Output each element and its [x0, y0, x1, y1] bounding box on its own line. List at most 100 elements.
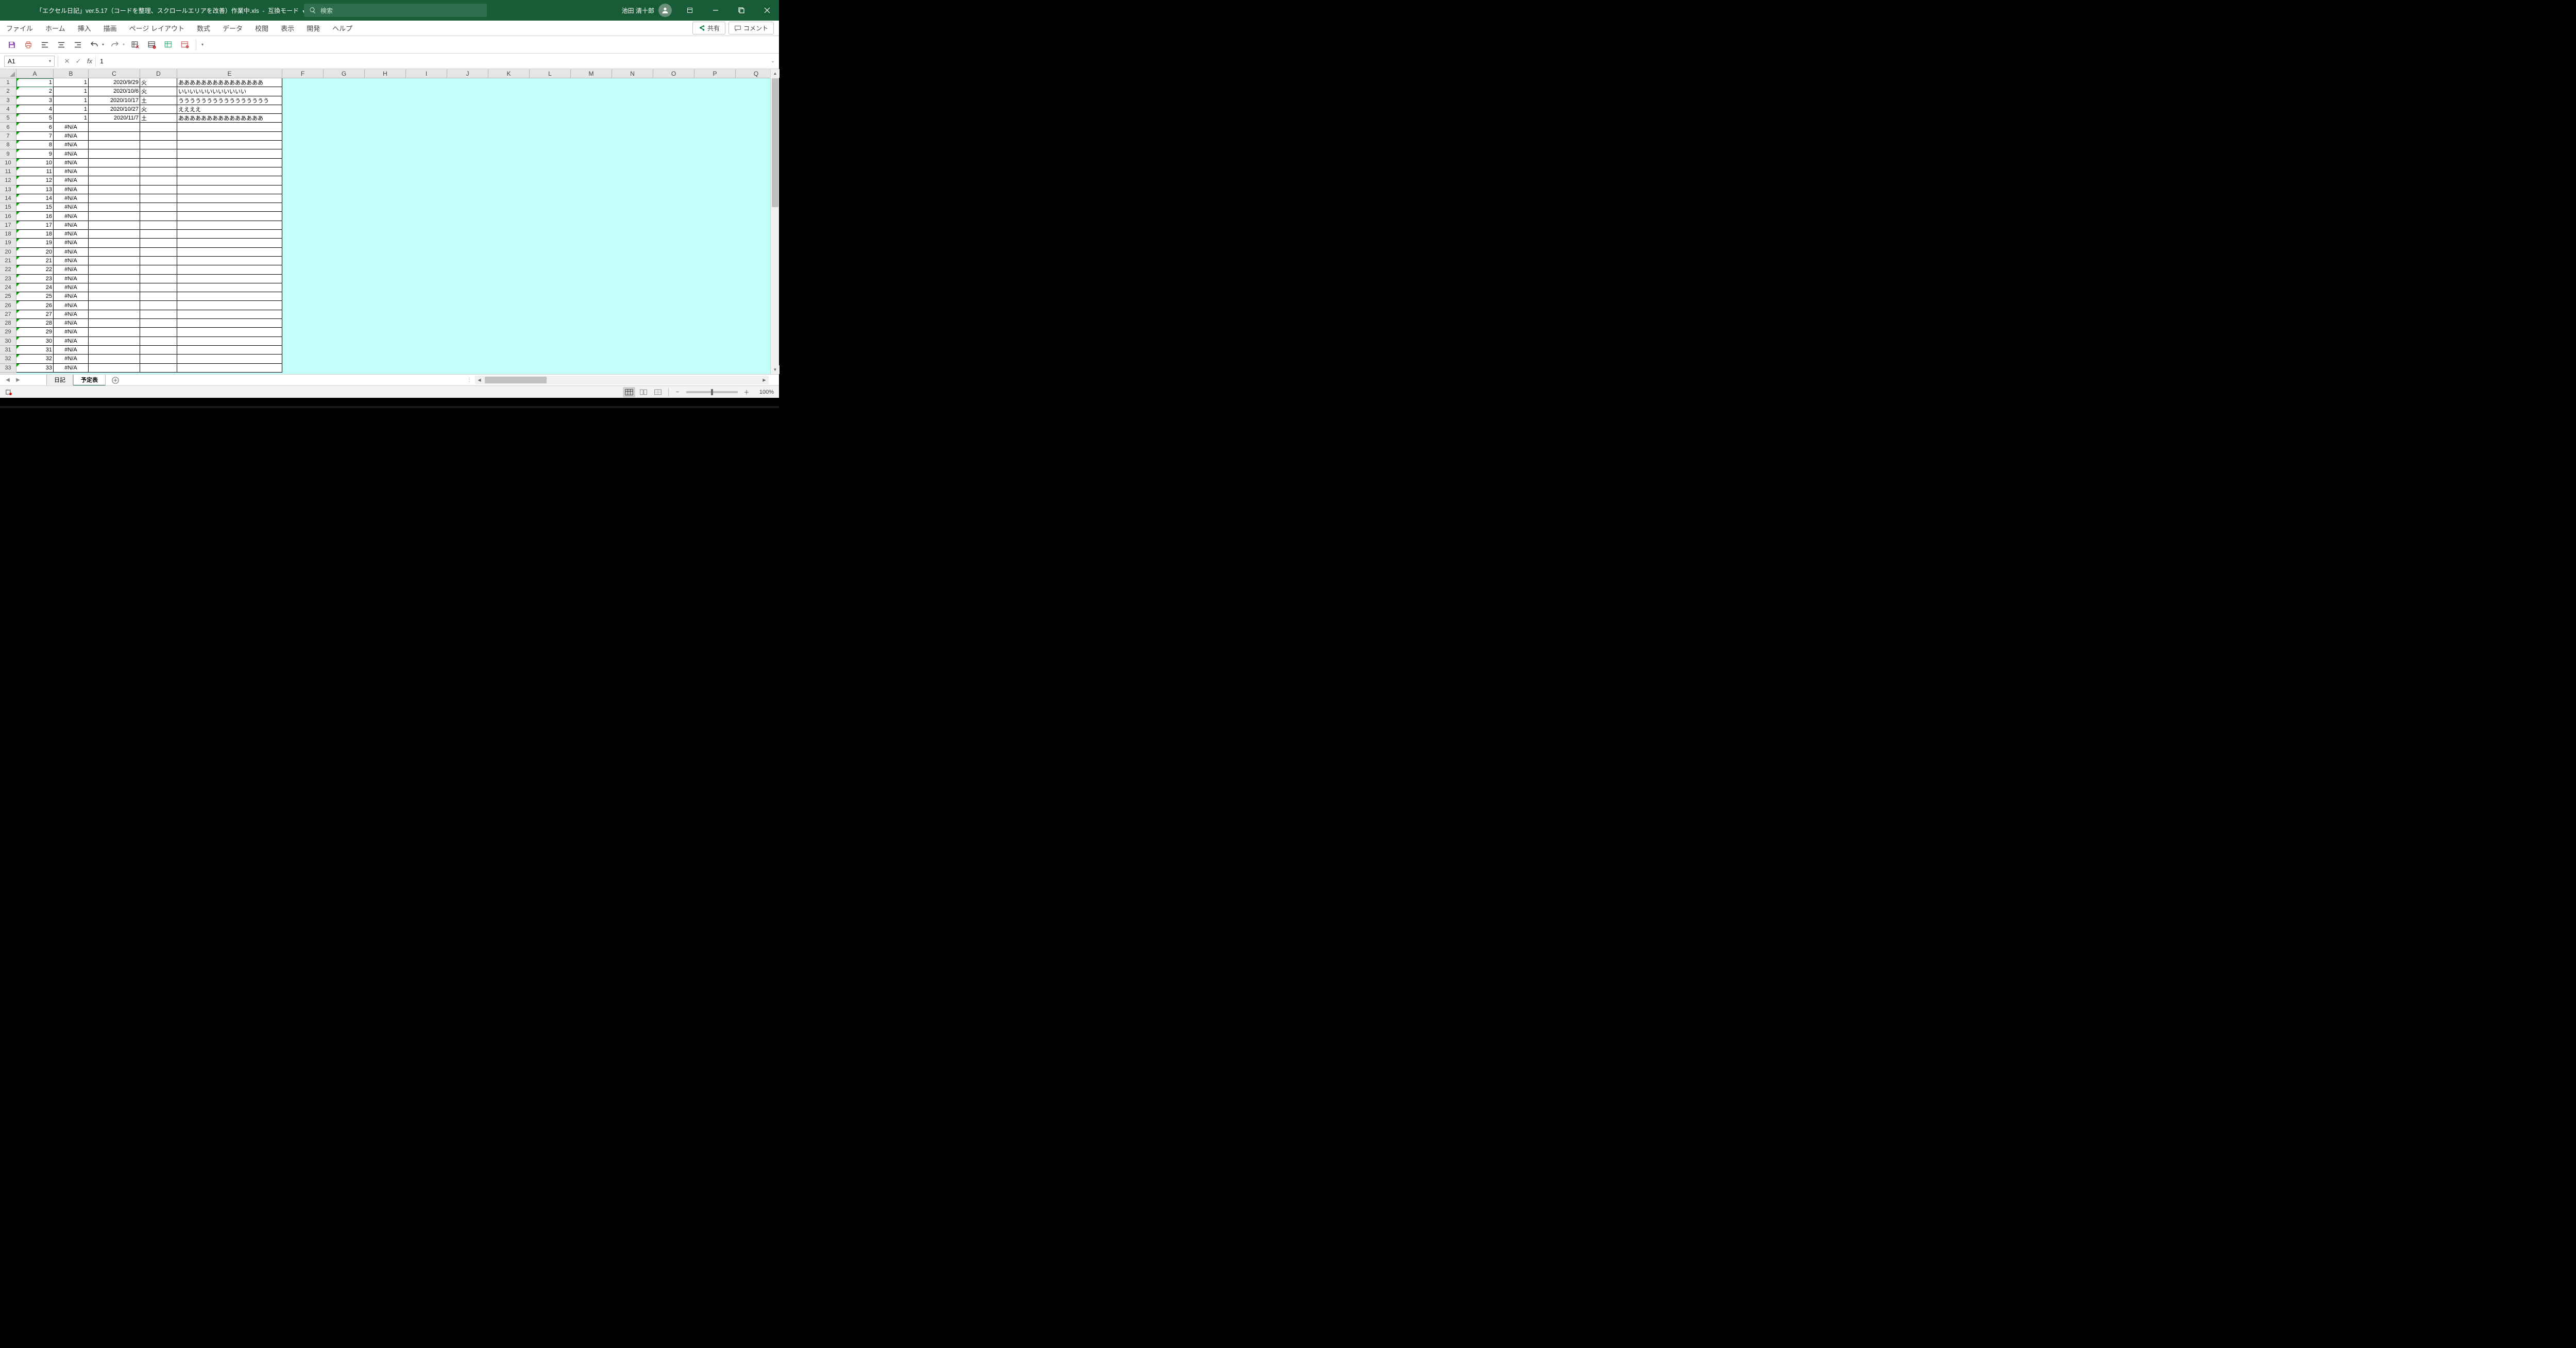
cell[interactable]	[89, 141, 140, 149]
cell[interactable]: 11	[16, 167, 54, 176]
cell[interactable]	[89, 203, 140, 212]
cell[interactable]	[89, 319, 140, 328]
cell[interactable]	[177, 275, 282, 283]
row-header-2[interactable]: 2	[0, 87, 16, 96]
cell[interactable]	[177, 310, 282, 319]
share-button[interactable]: 共有	[692, 22, 725, 35]
undo-dropdown[interactable]: ▾	[102, 42, 104, 47]
cell[interactable]	[177, 159, 282, 167]
cell[interactable]: 30	[16, 337, 54, 346]
row-header-15[interactable]: 15	[0, 203, 16, 212]
cell[interactable]	[89, 167, 140, 176]
row-header-13[interactable]: 13	[0, 186, 16, 194]
cell[interactable]: 5	[16, 114, 54, 123]
cell[interactable]: 1	[16, 78, 54, 87]
cell[interactable]	[89, 355, 140, 363]
cell[interactable]: #N/A	[54, 346, 89, 355]
cell[interactable]: 火	[140, 105, 177, 114]
cell[interactable]	[177, 132, 282, 141]
row-header-23[interactable]: 23	[0, 275, 16, 283]
cell[interactable]	[140, 292, 177, 301]
cell[interactable]	[89, 265, 140, 274]
cell[interactable]	[140, 212, 177, 221]
record-macro-icon[interactable]	[5, 389, 12, 396]
cell[interactable]	[89, 194, 140, 203]
row-header-18[interactable]: 18	[0, 230, 16, 239]
delete-sheet-rows-icon[interactable]	[146, 39, 158, 50]
cell[interactable]: 28	[16, 319, 54, 328]
redo-icon[interactable]	[109, 39, 121, 50]
cell[interactable]	[89, 346, 140, 355]
cell[interactable]: 19	[16, 239, 54, 247]
cell[interactable]	[140, 203, 177, 212]
cell[interactable]	[140, 355, 177, 363]
cell[interactable]: 29	[16, 328, 54, 336]
enter-formula-icon[interactable]: ✓	[73, 56, 84, 67]
cell[interactable]	[177, 149, 282, 158]
cancel-formula-icon[interactable]: ✕	[61, 56, 73, 67]
column-header-I[interactable]: I	[406, 69, 447, 78]
cell[interactable]	[177, 194, 282, 203]
cell[interactable]	[89, 337, 140, 346]
zoom-in-button[interactable]: ＋	[742, 388, 751, 396]
cell[interactable]	[140, 310, 177, 319]
cell[interactable]: #N/A	[54, 292, 89, 301]
cell[interactable]	[89, 186, 140, 194]
cell[interactable]	[177, 257, 282, 265]
cell[interactable]	[177, 239, 282, 247]
cell[interactable]: あああああああああああああああ	[177, 114, 282, 123]
zoom-out-button[interactable]: −	[673, 389, 682, 395]
cell[interactable]	[89, 159, 140, 167]
cell[interactable]: 2020/10/6	[89, 87, 140, 96]
column-header-C[interactable]: C	[89, 69, 140, 78]
cell[interactable]: 32	[16, 355, 54, 363]
align-left-icon[interactable]	[39, 39, 50, 50]
cell[interactable]	[89, 283, 140, 292]
cell[interactable]: 16	[16, 212, 54, 221]
horizontal-scroll-thumb[interactable]	[485, 377, 547, 383]
cell[interactable]	[140, 123, 177, 131]
cell[interactable]: 2020/10/27	[89, 105, 140, 114]
ribbon-tab-7[interactable]: 校閲	[249, 23, 275, 33]
row-header-1[interactable]: 1	[0, 78, 16, 87]
save-icon[interactable]	[6, 39, 18, 50]
cell[interactable]: 2	[16, 87, 54, 96]
formula-bar-expand-icon[interactable]: ⌄	[769, 56, 777, 66]
cell[interactable]	[177, 265, 282, 274]
cell[interactable]: うううううううううううううううう	[177, 96, 282, 105]
cell[interactable]	[89, 364, 140, 373]
row-header-32[interactable]: 32	[0, 355, 16, 363]
maximize-button[interactable]	[730, 0, 753, 21]
cell[interactable]	[140, 167, 177, 176]
sheet-nav-prev[interactable]: ◀	[4, 377, 11, 384]
select-all-button[interactable]	[0, 69, 16, 78]
cell[interactable]: #N/A	[54, 149, 89, 158]
scroll-up-icon[interactable]: ▲	[771, 69, 779, 78]
row-header-10[interactable]: 10	[0, 159, 16, 167]
normal-view-button[interactable]	[623, 387, 635, 397]
row-header-17[interactable]: 17	[0, 221, 16, 230]
cell[interactable]: #N/A	[54, 167, 89, 176]
row-header-8[interactable]: 8	[0, 141, 16, 149]
search-box[interactable]: 検索	[304, 4, 487, 17]
cell[interactable]: #N/A	[54, 230, 89, 239]
cell[interactable]	[89, 292, 140, 301]
row-header-3[interactable]: 3	[0, 96, 16, 105]
cell[interactable]	[89, 149, 140, 158]
cell[interactable]: 14	[16, 194, 54, 203]
cell[interactable]: 18	[16, 230, 54, 239]
column-header-E[interactable]: E	[177, 69, 282, 78]
ribbon-tab-4[interactable]: ページ レイアウト	[123, 23, 191, 33]
cell[interactable]	[89, 301, 140, 310]
redo-dropdown[interactable]: ▾	[123, 42, 125, 47]
align-right-icon[interactable]	[72, 39, 83, 50]
cell[interactable]: 3	[16, 96, 54, 105]
cell[interactable]	[89, 123, 140, 131]
zoom-slider[interactable]	[686, 391, 738, 393]
column-header-O[interactable]: O	[653, 69, 694, 78]
cell[interactable]: 31	[16, 346, 54, 355]
page-layout-view-button[interactable]	[637, 387, 650, 397]
name-manager-icon[interactable]	[130, 39, 141, 50]
column-header-P[interactable]: P	[694, 69, 736, 78]
column-header-H[interactable]: H	[365, 69, 406, 78]
